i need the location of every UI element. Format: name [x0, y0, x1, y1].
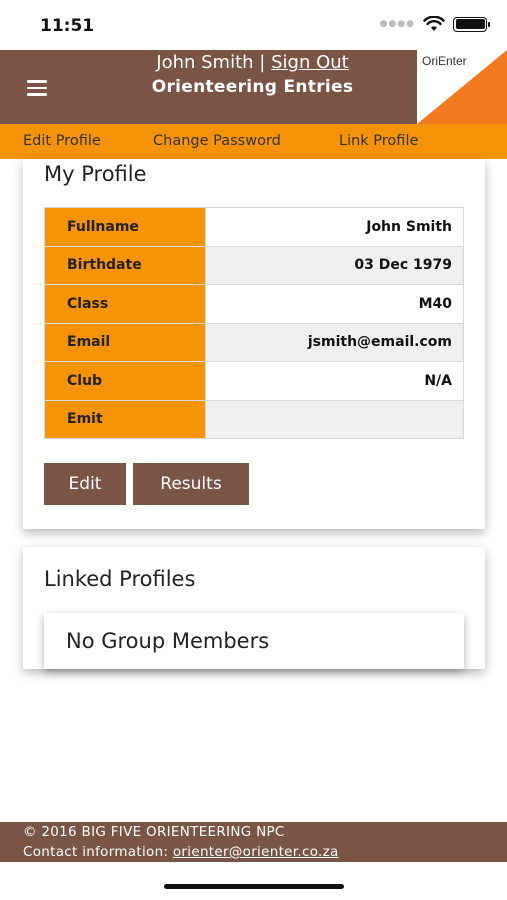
user-name: John Smith [156, 52, 254, 73]
birthdate-value: 03 Dec 1979 [205, 245, 464, 285]
emit-value [205, 399, 464, 439]
table-row: Club N/A [44, 361, 464, 401]
orienter-logo[interactable]: OriEnter [417, 50, 507, 124]
fullname-label: Fullname [44, 207, 206, 247]
hamburger-menu-icon[interactable] [27, 80, 47, 96]
table-row: Email jsmith@email.com [44, 322, 464, 362]
table-row: Class M40 [44, 284, 464, 324]
battery-icon [453, 16, 490, 32]
group-members-box: No Group Members [44, 613, 464, 669]
my-profile-title: My Profile [44, 162, 147, 186]
table-row: Emit [44, 399, 464, 439]
email-label: Email [44, 322, 206, 362]
emit-label: Emit [44, 399, 206, 439]
birthdate-label: Birthdate [44, 245, 206, 285]
footer-copyright: © 2016 BIG FIVE ORIENTEERING NPC [23, 824, 285, 840]
club-value: N/A [205, 361, 464, 401]
home-indicator[interactable] [164, 884, 344, 889]
status-time: 11:51 [40, 16, 95, 36]
no-group-members-text: No Group Members [66, 629, 270, 653]
status-icons: ●●●● [379, 16, 490, 32]
fullname-value: John Smith [205, 207, 464, 247]
edit-button[interactable]: Edit [44, 463, 126, 505]
email-value: jsmith@email.com [205, 322, 464, 362]
app-header: John Smith | Sign Out Orienteering Entri… [0, 50, 507, 124]
wifi-icon [423, 16, 445, 31]
signal-dots-icon: ●●●● [379, 19, 415, 29]
header-separator: | [259, 52, 266, 73]
profile-table: Fullname John Smith Birthdate 03 Dec 197… [44, 207, 464, 439]
table-row: Fullname John Smith [44, 207, 464, 247]
profile-subnav: Edit Profile Change Password Link Profil… [0, 124, 507, 159]
club-label: Club [44, 361, 206, 401]
footer-contact: Contact information: orienter@orienter.c… [23, 844, 507, 864]
logo-text: OriEnter [422, 54, 467, 68]
status-bar: 11:51 ●●●● [0, 0, 507, 50]
linked-profiles-card: Linked Profiles No Group Members [23, 547, 485, 669]
page-title: Orienteering Entries [151, 77, 354, 97]
linked-profiles-title: Linked Profiles [44, 567, 196, 591]
contact-email-link[interactable]: orienter@orienter.co.za [173, 844, 339, 860]
class-value: M40 [205, 284, 464, 324]
header-user-line: John Smith | Sign Out [100, 52, 405, 73]
subnav-edit-profile[interactable]: Edit Profile [23, 133, 101, 149]
table-row: Birthdate 03 Dec 1979 [44, 245, 464, 285]
class-label: Class [44, 284, 206, 324]
footer: © 2016 BIG FIVE ORIENTEERING NPC Contact… [0, 822, 507, 862]
subnav-link-profile[interactable]: Link Profile [339, 133, 418, 149]
my-profile-card: My Profile Fullname John Smith Birthdate… [23, 159, 485, 529]
subnav-change-password[interactable]: Change Password [153, 133, 281, 149]
sign-out-link[interactable]: Sign Out [271, 52, 349, 73]
results-button[interactable]: Results [133, 463, 249, 505]
contact-label: Contact information: [23, 844, 169, 860]
